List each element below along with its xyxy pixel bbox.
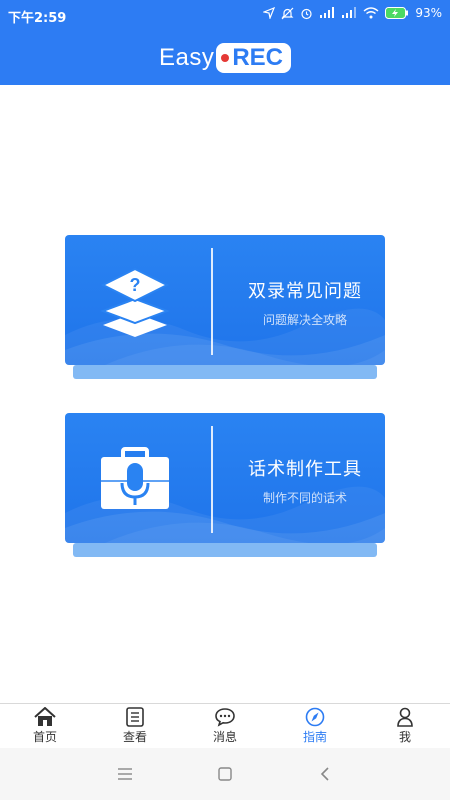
tab-guide[interactable]: 指南 [270,704,360,748]
tab-label: 查看 [122,730,147,744]
logo-text-rec: REC [232,44,284,71]
tab-label: 指南 [302,730,327,744]
card-subtitle: 制作不同的话术 [262,491,347,505]
battery-percent: 93% [415,6,442,20]
tab-label: 我 [398,730,411,744]
chat-icon [215,708,235,727]
logo-text-easy: Easy [158,44,215,71]
system-nav-bar [0,748,450,800]
card-divider [211,248,213,355]
script-tool-card[interactable]: 话术制作工具 制作不同的话术 [65,413,385,558]
card-divider [211,426,213,533]
wifi-icon [363,7,379,19]
document-icon [126,707,144,727]
menu-icon [118,768,132,780]
card-shadow [73,365,377,379]
card-subtitle: 问题解决全攻略 [262,313,347,327]
bottom-tab-bar: 首页 查看 消息 指南 我 [0,703,450,748]
square-icon [218,767,232,781]
tab-label: 首页 [32,730,57,744]
microphone-briefcase-icon [101,447,169,509]
home-icon [34,707,56,726]
alarm-icon [301,8,312,19]
back-chevron-icon [320,767,329,781]
logo-rec-badge: REC [216,43,292,73]
card-shadow [73,543,377,557]
tab-home[interactable]: 首页 [0,704,90,748]
card-title: 话术制作工具 [248,459,362,480]
faq-card[interactable]: ? 双录常见问题 问题解决全攻略 [65,235,385,380]
faq-card-body[interactable]: ? 双录常见问题 问题解决全攻略 [65,235,385,365]
person-icon [397,707,413,727]
menu-button[interactable] [115,764,135,784]
script-tool-card-body[interactable]: 话术制作工具 制作不同的话术 [65,413,385,543]
app-logo: Easy REC [0,38,450,78]
compass-icon [305,707,325,727]
back-button[interactable] [315,764,335,784]
question-layers-icon: ? [100,267,170,337]
status-icons: 93% [263,6,442,20]
signal-icon-2 [342,7,357,18]
tab-label: 消息 [212,730,237,744]
signal-icon [320,7,335,18]
card-title: 双录常见问题 [248,281,362,302]
svg-text:?: ? [130,275,141,295]
mute-icon [281,7,294,19]
tab-me[interactable]: 我 [360,704,450,748]
battery-icon [385,7,409,19]
home-button[interactable] [215,764,235,784]
status-time: 下午2:59 [8,11,67,26]
location-icon [263,7,276,19]
app-header: 下午2:59 93% Easy REC [0,0,450,85]
status-bar: 下午2:59 93% [0,0,450,30]
tab-messages[interactable]: 消息 [180,704,270,748]
tab-view[interactable]: 查看 [90,704,180,748]
record-dot-icon [221,54,230,62]
